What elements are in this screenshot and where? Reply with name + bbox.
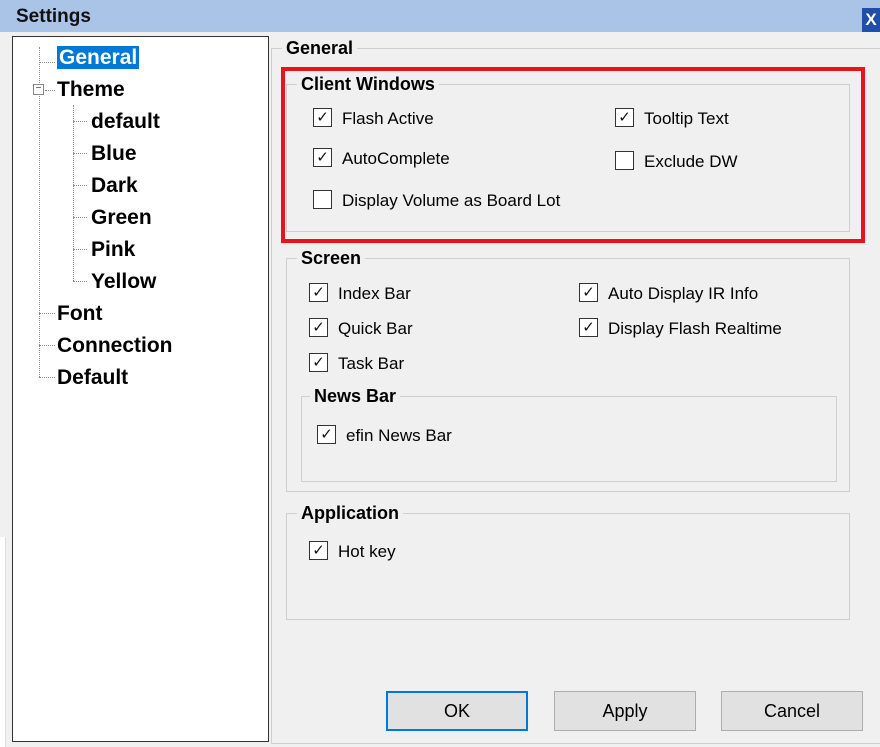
efin-news-bar-label: efin News Bar	[346, 426, 452, 445]
client-windows-title: Client Windows	[297, 73, 439, 95]
auto-display-ir-checkbox[interactable]: ✓ Auto Display IR Info	[579, 282, 758, 306]
autocomplete-checkbox[interactable]: ✓ AutoComplete	[313, 147, 450, 171]
checkbox-box: ✓	[309, 283, 328, 303]
display-flash-realtime-label: Display Flash Realtime	[608, 319, 782, 338]
tree-item-yellow[interactable]: Yellow	[91, 267, 156, 297]
display-flash-realtime-checkbox[interactable]: ✓ Display Flash Realtime	[579, 317, 782, 341]
flash-active-checkbox[interactable]: ✓ Flash Active	[313, 107, 434, 131]
tree-line	[39, 313, 55, 314]
checkbox-box: ✓	[615, 108, 634, 128]
task-bar-label: Task Bar	[338, 354, 405, 373]
tree-line	[73, 185, 87, 186]
tree-item-label: Default	[57, 366, 129, 389]
tree-item-label: Theme	[57, 78, 125, 101]
tree-item-label: Blue	[91, 142, 137, 165]
tree-line	[45, 90, 55, 91]
news-bar-title: News Bar	[310, 385, 401, 407]
checkbox-box	[313, 190, 332, 210]
general-group-title: General	[282, 37, 358, 59]
tree-line	[39, 377, 55, 378]
index-bar-label: Index Bar	[338, 284, 411, 303]
title-bar: Settings X	[0, 0, 880, 32]
tree-item-pink[interactable]: Pink	[91, 235, 135, 265]
autocomplete-label: AutoComplete	[342, 149, 450, 168]
checkbox-box	[615, 151, 634, 171]
tree-item-default[interactable]: Default	[57, 363, 128, 393]
window-title: Settings	[16, 6, 91, 27]
auto-display-ir-label: Auto Display IR Info	[608, 284, 759, 303]
cancel-button[interactable]: Cancel	[721, 691, 863, 731]
tree-item-label: Dark	[91, 174, 138, 197]
application-title: Application	[297, 502, 403, 524]
checkbox-box: ✓	[579, 318, 598, 338]
checkbox-box: ✓	[309, 541, 328, 561]
tree-line	[73, 105, 74, 281]
tree-line	[39, 47, 40, 377]
close-button[interactable]: X	[862, 8, 880, 32]
checkbox-box: ✓	[309, 353, 328, 373]
collapse-icon[interactable]: −	[33, 84, 44, 95]
tree-item-connection[interactable]: Connection	[57, 331, 173, 361]
tree-item-label: Pink	[91, 238, 136, 261]
tree-item-label: General	[57, 46, 140, 69]
tree-item-label: default	[91, 110, 160, 133]
hot-key-label: Hot key	[338, 542, 396, 561]
tree-line	[73, 153, 87, 154]
display-volume-checkbox[interactable]: Display Volume as Board Lot	[313, 189, 560, 213]
checkbox-box: ✓	[317, 425, 336, 445]
checkbox-box: ✓	[313, 148, 332, 168]
left-edge	[0, 32, 12, 747]
tree-item-label: Font	[57, 302, 103, 325]
settings-tree[interactable]: − General Theme default Blue Dark Green …	[12, 36, 269, 742]
quick-bar-checkbox[interactable]: ✓ Quick Bar	[309, 317, 413, 341]
exclude-dw-label: Exclude DW	[644, 152, 738, 171]
flash-active-label: Flash Active	[342, 109, 434, 128]
tree-item-blue[interactable]: Blue	[91, 139, 137, 169]
tree-line	[73, 249, 87, 250]
apply-button[interactable]: Apply	[554, 691, 696, 731]
tooltip-text-label: Tooltip Text	[644, 109, 729, 128]
tree-item-general[interactable]: General	[57, 43, 140, 73]
quick-bar-label: Quick Bar	[338, 319, 413, 338]
tree-line	[39, 62, 55, 63]
tree-item-green[interactable]: Green	[91, 203, 152, 233]
tree-item-font[interactable]: Font	[57, 299, 102, 329]
tree-line	[39, 345, 55, 346]
tree-item-theme[interactable]: Theme	[57, 75, 125, 105]
tooltip-text-checkbox[interactable]: ✓ Tooltip Text	[615, 107, 729, 131]
tree-line	[73, 217, 87, 218]
tree-item-default-theme[interactable]: default	[91, 107, 160, 137]
tree-item-label: Yellow	[91, 270, 157, 293]
checkbox-box: ✓	[313, 108, 332, 128]
efin-news-bar-checkbox[interactable]: ✓ efin News Bar	[317, 424, 452, 448]
checkbox-box: ✓	[579, 283, 598, 303]
checkbox-box: ✓	[309, 318, 328, 338]
hot-key-checkbox[interactable]: ✓ Hot key	[309, 540, 396, 564]
index-bar-checkbox[interactable]: ✓ Index Bar	[309, 282, 411, 306]
task-bar-checkbox[interactable]: ✓ Task Bar	[309, 352, 404, 376]
tree-line	[73, 281, 87, 282]
tree-item-label: Green	[91, 206, 152, 229]
exclude-dw-checkbox[interactable]: Exclude DW	[615, 150, 738, 174]
tree-line	[73, 121, 87, 122]
screen-title: Screen	[297, 247, 366, 269]
tree-item-label: Connection	[57, 334, 173, 357]
application-group: Application	[286, 502, 850, 620]
ok-button[interactable]: OK	[386, 691, 528, 731]
left-edge-bar	[0, 537, 6, 747]
tree-item-dark[interactable]: Dark	[91, 171, 138, 201]
display-volume-label: Display Volume as Board Lot	[342, 191, 561, 210]
